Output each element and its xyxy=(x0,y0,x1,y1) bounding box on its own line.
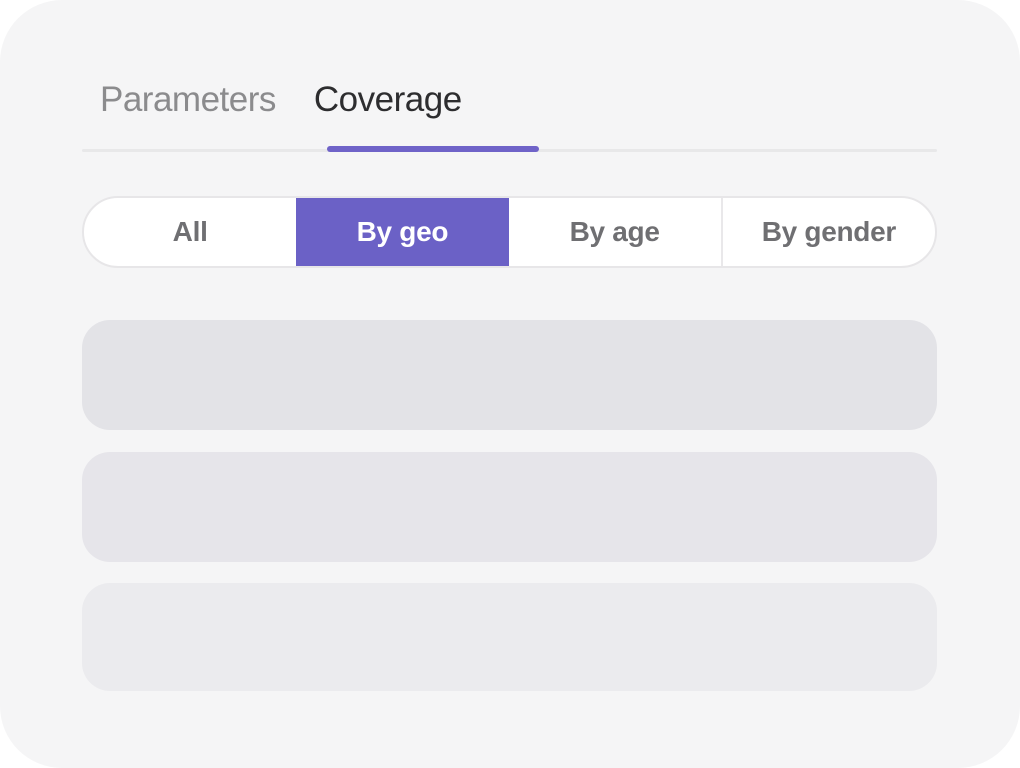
coverage-filter-segmented-control: All By geo By age By gender xyxy=(82,196,937,268)
tab-parameters[interactable]: Parameters xyxy=(100,80,276,120)
skeleton-placeholder-row xyxy=(82,452,937,562)
tab-bar: Parameters Coverage xyxy=(100,80,462,120)
skeleton-placeholder-row xyxy=(82,320,937,430)
segment-by-gender[interactable]: By gender xyxy=(721,198,935,266)
segment-all[interactable]: All xyxy=(84,198,296,266)
skeleton-placeholder-row xyxy=(82,583,937,691)
active-tab-underline xyxy=(327,146,539,152)
segment-by-age[interactable]: By age xyxy=(509,198,721,266)
segment-by-geo[interactable]: By geo xyxy=(296,198,508,266)
tab-coverage[interactable]: Coverage xyxy=(314,80,462,120)
coverage-panel-card: Parameters Coverage All By geo By age By… xyxy=(0,0,1020,768)
